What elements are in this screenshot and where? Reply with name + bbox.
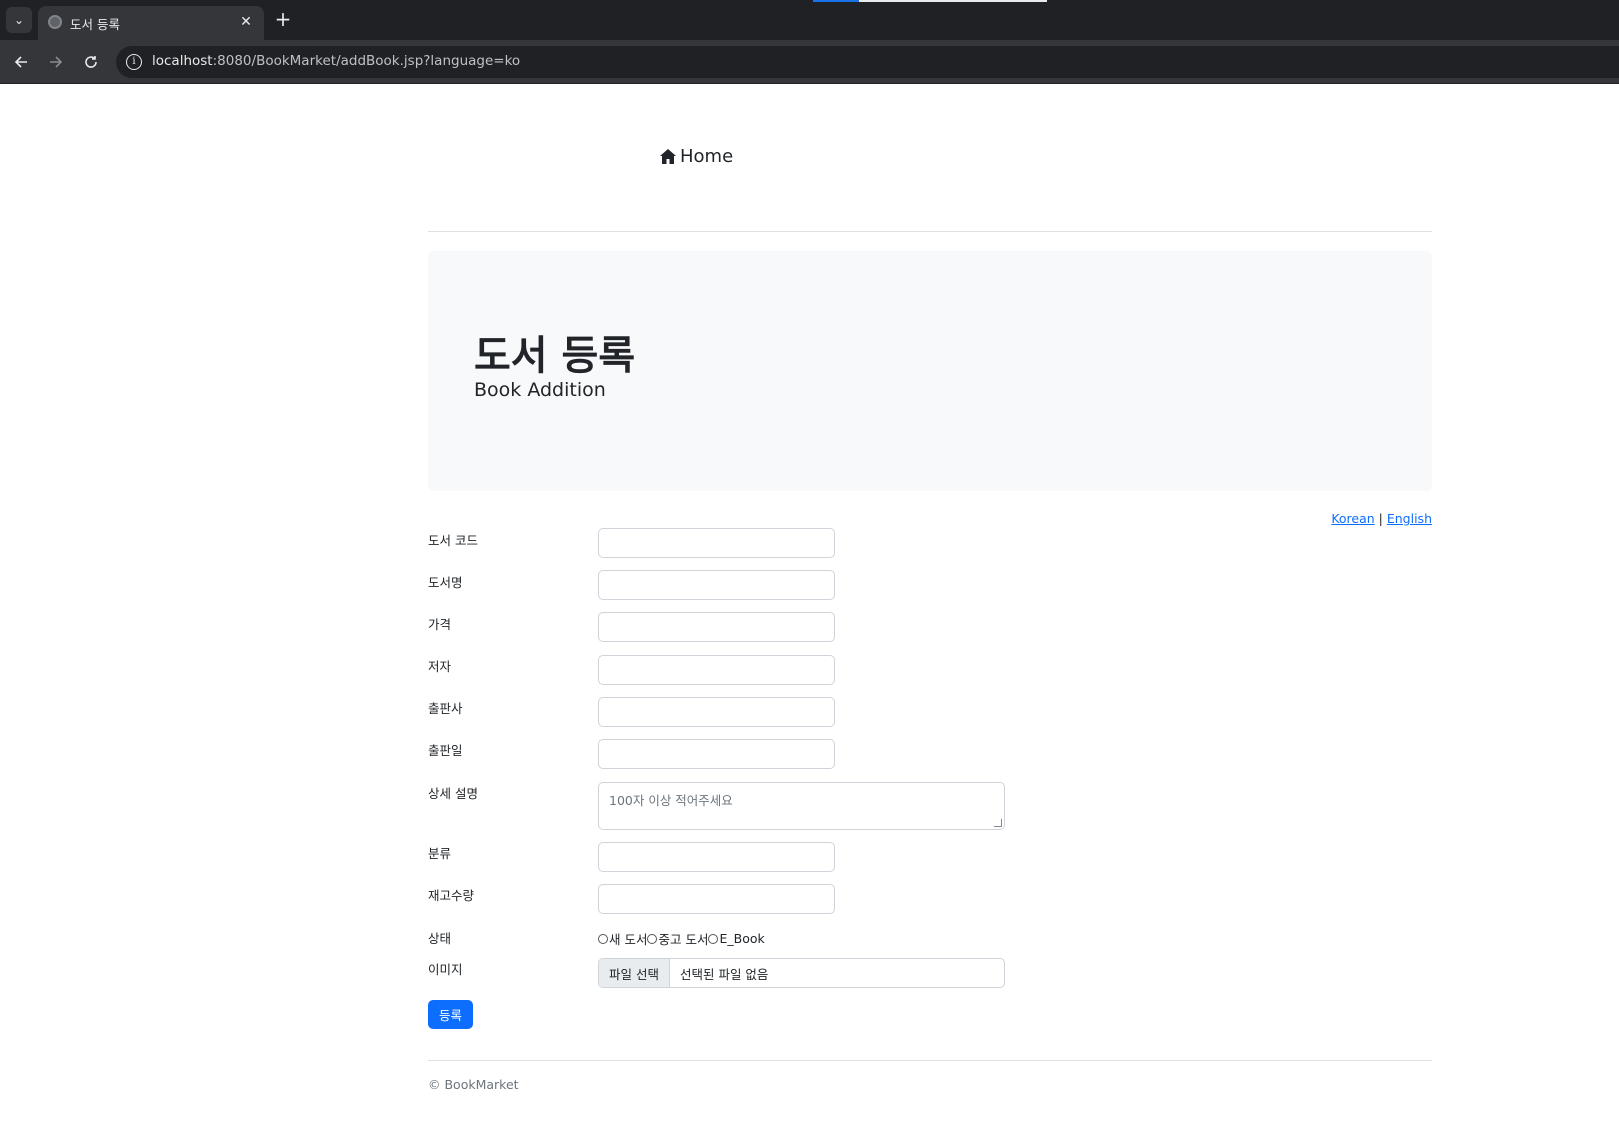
- stock-input[interactable]: [598, 884, 835, 914]
- window-accent: [813, 0, 859, 2]
- image-file-input[interactable]: 파일 선택 선택된 파일 없음: [598, 958, 1005, 988]
- footer-copyright: © BookMarket: [428, 1077, 519, 1092]
- author-label: 저자: [428, 659, 452, 674]
- browser-tab-bar: ⌄ 도서 등록 ✕ +: [0, 0, 1619, 40]
- condition-label: 상태: [428, 931, 452, 946]
- book-name-label: 도서명: [428, 575, 463, 590]
- forward-button[interactable]: [44, 50, 68, 74]
- publisher-input[interactable]: [598, 697, 835, 727]
- author-input[interactable]: [598, 655, 835, 685]
- radio-new-label: 새 도서: [609, 932, 648, 947]
- english-link[interactable]: English: [1387, 511, 1432, 526]
- site-footer: © BookMarket: [428, 1060, 1432, 1092]
- close-icon[interactable]: ✕: [236, 12, 256, 32]
- book-name-input[interactable]: [598, 570, 835, 600]
- category-input[interactable]: [598, 842, 835, 872]
- url-text[interactable]: localhost:8080/BookMarket/addBook.jsp?la…: [152, 53, 520, 69]
- tab-title: 도서 등록: [70, 17, 120, 32]
- globe-icon: [48, 15, 62, 29]
- file-status: 선택된 파일 없음: [679, 966, 769, 982]
- condition-radio-group: 새 도서 중고 도서 E_Book: [598, 929, 765, 948]
- page-subtitle: Book Addition: [474, 379, 606, 401]
- browser-tab[interactable]: 도서 등록 ✕: [38, 6, 264, 40]
- radio-old-label: 중고 도서: [658, 932, 709, 947]
- home-link[interactable]: Home: [660, 146, 733, 167]
- jumbotron: 도서 등록 Book Addition: [428, 251, 1432, 491]
- back-button[interactable]: [9, 50, 33, 74]
- address-bar[interactable]: i localhost:8080/BookMarket/addBook.jsp?…: [116, 46, 1619, 78]
- resize-grip-icon[interactable]: [994, 819, 1002, 827]
- radio-ebook[interactable]: [708, 933, 719, 944]
- radio-ebook-label: E_Book: [719, 931, 765, 946]
- page-title: 도서 등록: [474, 333, 636, 379]
- publisher-label: 출판사: [428, 701, 463, 716]
- korean-link[interactable]: Korean: [1331, 511, 1374, 526]
- choose-file-button[interactable]: 파일 선택: [599, 959, 670, 987]
- release-date-label: 출판일: [428, 743, 463, 758]
- arrow-left-icon: [14, 56, 27, 68]
- arrow-right-icon: [50, 56, 63, 68]
- description-placeholder: 100자 이상 적어주세요: [609, 793, 733, 808]
- window-accent-light: [859, 0, 1047, 2]
- tab-search-button[interactable]: ⌄: [6, 7, 32, 33]
- home-icon: [660, 149, 676, 164]
- language-separator: |: [1378, 511, 1383, 526]
- language-switcher: Korean | English: [1331, 511, 1432, 526]
- submit-button[interactable]: 등록: [428, 1000, 473, 1029]
- book-id-input[interactable]: [598, 528, 835, 558]
- description-textarea[interactable]: 100자 이상 적어주세요: [598, 782, 1005, 830]
- home-label: Home: [680, 146, 734, 167]
- browser-toolbar: i localhost:8080/BookMarket/addBook.jsp?…: [0, 40, 1619, 84]
- chevron-down-icon: ⌄: [13, 13, 25, 27]
- radio-old[interactable]: [647, 933, 658, 944]
- radio-new[interactable]: [598, 933, 608, 944]
- stock-label: 재고수량: [428, 888, 475, 903]
- price-input[interactable]: [598, 612, 835, 642]
- book-id-label: 도서 코드: [428, 533, 478, 548]
- image-label: 이미지: [428, 962, 463, 977]
- info-icon[interactable]: i: [126, 54, 142, 70]
- site-header: Home: [428, 84, 1432, 232]
- new-tab-button[interactable]: +: [272, 9, 294, 31]
- release-date-input[interactable]: [598, 739, 835, 769]
- price-label: 가격: [428, 617, 452, 632]
- description-label: 상세 설명: [428, 786, 478, 801]
- reload-button[interactable]: [79, 50, 103, 74]
- page-content: Home 도서 등록 Book Addition Korean | Englis…: [0, 84, 1619, 1143]
- category-label: 분류: [428, 846, 452, 861]
- reload-icon: [85, 56, 97, 68]
